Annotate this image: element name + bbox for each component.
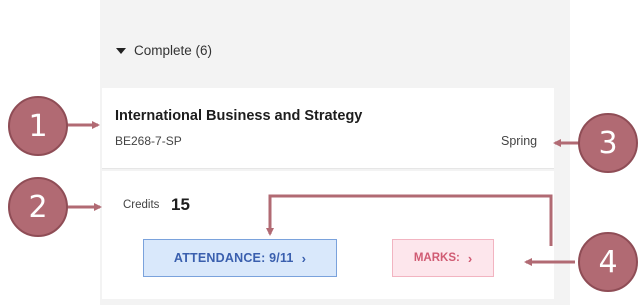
- attendance-button[interactable]: ATTENDANCE: 9/11 ›: [143, 239, 337, 277]
- marks-button[interactable]: MARKS: ›: [392, 239, 494, 277]
- credits-label: Credits: [123, 199, 160, 211]
- section-header-label: Complete (6): [134, 42, 213, 58]
- module-card-header[interactable]: [102, 88, 554, 169]
- module-code: BE268-7-SP: [115, 134, 182, 148]
- marks-button-label: MARKS:: [413, 252, 460, 264]
- annotation-marker-1: 1: [8, 96, 68, 156]
- chevron-right-icon: ›: [467, 250, 473, 266]
- module-term: Spring: [501, 134, 538, 148]
- annotation-marker-3: 3: [578, 113, 638, 173]
- caret-down-icon: [116, 47, 126, 54]
- screenshot-stage: Complete (6) International Business and …: [0, 0, 638, 305]
- chevron-right-icon: ›: [301, 250, 307, 266]
- module-card-details: [102, 171, 554, 299]
- module-title: International Business and Strategy: [115, 108, 363, 124]
- credits-value: 15: [171, 195, 190, 214]
- attendance-button-label: ATTENDANCE: 9/11: [173, 251, 294, 265]
- annotation-marker-4: 4: [578, 232, 638, 292]
- annotation-marker-2: 2: [8, 177, 68, 237]
- complete-section-toggle[interactable]: Complete (6): [116, 36, 212, 64]
